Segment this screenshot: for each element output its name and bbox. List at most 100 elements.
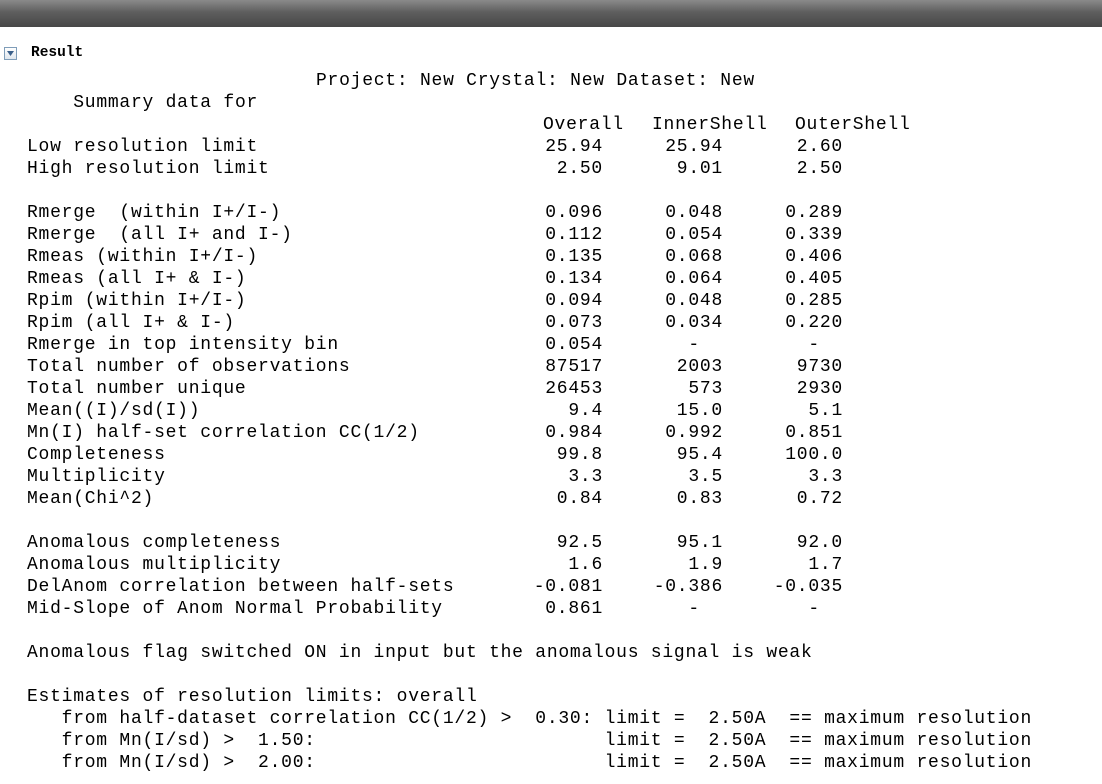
row-label: Rmeas (within I+/I-) [27, 247, 259, 267]
cell-inner: 0.068 [665, 247, 723, 267]
cell-outer: 0.339 [785, 225, 843, 245]
row-label: Completeness [27, 445, 166, 465]
cell-outer: 0.406 [785, 247, 843, 267]
cell-outer: 92.0 [796, 533, 843, 553]
table-row: Anomalous completeness 92.5 95.1 92.0 [27, 532, 1097, 554]
cell-overall: 87517 [545, 357, 603, 377]
cell-outer: 0.405 [785, 269, 843, 289]
row-label: Rpim (within I+/I-) [27, 291, 247, 311]
cell-inner: - [688, 335, 723, 355]
cell-overall: 0.073 [545, 313, 603, 333]
row-label: Rmeas (all I+ & I-) [27, 269, 247, 289]
table-row: Mid-Slope of Anom Normal Probability 0.86… [27, 598, 1097, 620]
table-row: Anomalous multiplicity 1.6 1.9 1.7 [27, 554, 1097, 576]
cell-overall: 0.096 [545, 203, 603, 223]
row-label: Mean((I)/sd(I)) [27, 401, 201, 421]
cell-overall: 25.94 [545, 137, 603, 157]
estimate-line: from Mn(I/sd) > 2.00: limit = 2.50A == m… [27, 753, 1033, 773]
cell-overall: 0.134 [545, 269, 603, 289]
row-label: Anomalous multiplicity [27, 555, 282, 575]
table-row: Total number of observations 87517 2003 973… [27, 356, 1097, 378]
cell-overall: 99.8 [556, 445, 603, 465]
cell-outer: 2.50 [796, 159, 843, 179]
cell-inner: 2003 [676, 357, 723, 377]
cell-overall: 26453 [545, 379, 603, 399]
cell-inner: 0.054 [665, 225, 723, 245]
table-row: Mn(I) half-set correlation CC(1/2) 0.984 0… [27, 422, 1097, 444]
row-label: High resolution limit [27, 159, 270, 179]
row-label: Rmerge (all I+ and I-) [27, 225, 293, 245]
cell-outer: 0.72 [796, 489, 843, 509]
cell-inner: 1.9 [688, 555, 723, 575]
table-row: Rmerge (within I+/I-) 0.096 0.048 0.289 [27, 202, 1097, 224]
cell-inner: 0.992 [665, 423, 723, 443]
cell-inner: 0.83 [676, 489, 723, 509]
result-section-label: Result [31, 45, 84, 61]
cell-overall: 1.6 [568, 555, 603, 575]
table-row: Rmerge in top intensity bin 0.054 - - [27, 334, 1097, 356]
estimate-line: from Mn(I/sd) > 1.50: limit = 2.50A == m… [27, 731, 1033, 751]
cell-outer: 1.7 [808, 555, 843, 575]
cell-outer: 9730 [796, 357, 843, 377]
table-row: Multiplicity 3.3 3.5 3.3 [27, 466, 1097, 488]
window-title-bar: Run of AIMLESS on 30/12/2024 at 16:21:54 [0, 0, 1102, 49]
cell-overall: 0.861 [545, 599, 603, 619]
header-outershell: OuterShell [795, 115, 911, 135]
row-label: Mn(I) half-set correlation CC(1/2) [27, 423, 420, 443]
cell-inner: 95.4 [676, 445, 723, 465]
row-label: Anomalous completeness [27, 533, 282, 553]
table-row: Low resolution limit 25.94 25.94 2.60 [27, 136, 1097, 158]
table-row: Rmeas (within I+/I-) 0.135 0.068 0.406 [27, 246, 1097, 268]
cell-inner: 95.1 [676, 533, 723, 553]
cell-outer: 0.285 [785, 291, 843, 311]
column-headers: Overall InnerShell OuterShell [27, 114, 1097, 136]
table-row: Rmeas (all I+ & I-) 0.134 0.064 0.405 [27, 268, 1097, 290]
table-row: Total number unique 26453 573 2930 [27, 378, 1097, 400]
table-row: Completeness 99.8 95.4 100.0 [27, 444, 1097, 466]
row-label: Rmerge in top intensity bin [27, 335, 339, 355]
table-row: Rpim (all I+ & I-) 0.073 0.034 0.220 [27, 312, 1097, 334]
estimate-line: from half-dataset correlation CC(1/2) > … [27, 709, 1033, 729]
cell-inner: - [688, 599, 723, 619]
estimates-heading: Estimates of resolution limits: overall [27, 687, 478, 707]
cell-outer: 0.289 [785, 203, 843, 223]
table-row: Rmerge (all I+ and I-) 0.112 0.054 0.339 [27, 224, 1097, 246]
cell-outer: 0.851 [785, 423, 843, 443]
cell-inner: 3.5 [688, 467, 723, 487]
cell-inner: 0.034 [665, 313, 723, 333]
row-label: Mean(Chi^2) [27, 489, 155, 509]
cell-outer: 2.60 [796, 137, 843, 157]
table-row: Mean((I)/sd(I)) 9.4 15.0 5.1 [27, 400, 1097, 422]
summary-intro-line: Summary data for Project: New Crystal: N… [27, 70, 1097, 113]
cell-overall: 2.50 [556, 159, 603, 179]
result-section-header[interactable]: Result [4, 44, 83, 62]
cell-outer: -0.035 [773, 577, 843, 597]
project-line: Project: New Crystal: New Dataset: New [316, 71, 755, 91]
row-label: Mid-Slope of Anom Normal Probability [27, 599, 443, 619]
row-label: Rmerge (within I+/I-) [27, 203, 282, 223]
cell-inner: 9.01 [676, 159, 723, 179]
cell-overall: 0.135 [545, 247, 603, 267]
row-label: Total number of observations [27, 357, 351, 377]
cell-outer: - [808, 599, 843, 619]
row-label: Rpim (all I+ & I-) [27, 313, 235, 333]
table-row: Rpim (within I+/I-) 0.094 0.048 0.285 [27, 290, 1097, 312]
cell-overall: 0.984 [545, 423, 603, 443]
cell-outer: 5.1 [808, 401, 843, 421]
cell-inner: 25.94 [665, 137, 723, 157]
cell-inner: -0.386 [653, 577, 723, 597]
cell-overall: 0.054 [545, 335, 603, 355]
row-label: Total number unique [27, 379, 247, 399]
cell-inner: 573 [688, 379, 723, 399]
cell-overall: 0.84 [556, 489, 603, 509]
header-overall: Overall [543, 115, 624, 135]
table-row: DelAnom correlation between half-sets -0.… [27, 576, 1097, 598]
cell-overall: 3.3 [568, 467, 603, 487]
collapse-toggle-icon[interactable] [4, 46, 17, 60]
cell-overall: -0.081 [533, 577, 603, 597]
